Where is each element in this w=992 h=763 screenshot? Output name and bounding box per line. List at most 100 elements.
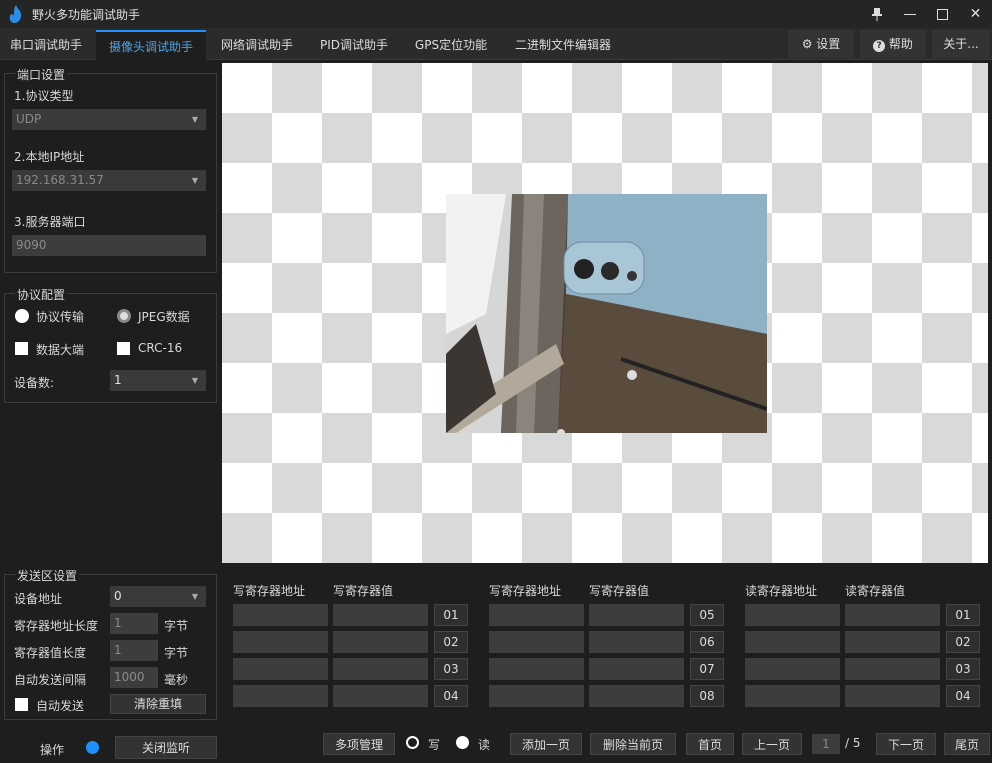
tab-network[interactable]: 网络调试助手	[210, 30, 304, 60]
register-address-input[interactable]	[489, 658, 584, 680]
register-value-input[interactable]	[845, 631, 940, 653]
gear-icon: ⚙	[801, 37, 813, 51]
tab-pid[interactable]: PID调试助手	[308, 30, 400, 60]
multi-manage-button[interactable]: 多项管理	[323, 733, 395, 755]
register-value-input[interactable]	[589, 631, 684, 653]
register-address-input[interactable]	[489, 604, 584, 626]
register-value-input[interactable]	[333, 604, 428, 626]
register-send-button[interactable]: 03	[434, 658, 468, 680]
register-send-button[interactable]: 06	[690, 631, 724, 653]
register-value-header: 写寄存器值	[589, 584, 650, 598]
jpeg-data-radio[interactable]	[117, 309, 131, 323]
operation-label: 操作	[40, 743, 65, 757]
protocol-transfer-radio[interactable]	[15, 309, 29, 323]
device-address-select[interactable]: 0 ▼	[110, 586, 206, 607]
register-send-button[interactable]: 08	[690, 685, 724, 707]
tab-serial[interactable]: 串口调试助手	[0, 30, 92, 60]
server-port-label: 3.服务器端口	[14, 215, 86, 229]
minimize-icon[interactable]	[893, 0, 926, 28]
protocol-type-label: 1.协议类型	[14, 89, 74, 103]
register-address-input[interactable]	[745, 604, 840, 626]
register-send-button[interactable]: 04	[434, 685, 468, 707]
register-send-button[interactable]: 01	[946, 604, 980, 626]
register-address-input[interactable]	[745, 685, 840, 707]
local-ip-select[interactable]: 192.168.31.57 ▼	[12, 170, 206, 191]
register-value-header: 读寄存器值	[845, 584, 906, 598]
protocol-transfer-label: 协议传输	[36, 310, 85, 324]
register-address-input[interactable]	[233, 658, 328, 680]
register-send-button[interactable]: 04	[946, 685, 980, 707]
register-address-input[interactable]	[745, 658, 840, 680]
register-send-button[interactable]: 01	[434, 604, 468, 626]
register-send-button[interactable]: 02	[946, 631, 980, 653]
page-number-input[interactable]: 1	[812, 734, 840, 754]
device-count-select[interactable]: 1 ▼	[110, 370, 206, 391]
register-send-button[interactable]: 05	[690, 604, 724, 626]
about-button[interactable]: 关于...	[932, 30, 990, 58]
tab-binary-editor[interactable]: 二进制文件编辑器	[502, 30, 624, 60]
register-address-input[interactable]	[489, 685, 584, 707]
help-button[interactable]: ? 帮助	[860, 30, 926, 58]
title-bar: 野火多功能调试助手 ✕	[0, 0, 992, 28]
read-radio[interactable]	[456, 736, 469, 749]
write-label: 写	[428, 738, 441, 752]
register-send-button[interactable]: 02	[434, 631, 468, 653]
auto-send-interval-input[interactable]: 1000	[110, 667, 158, 688]
delete-page-button[interactable]: 删除当前页	[590, 733, 676, 755]
tab-camera[interactable]: 摄像头调试助手	[96, 30, 206, 60]
register-value-input[interactable]	[845, 685, 940, 707]
register-value-input[interactable]	[589, 685, 684, 707]
clear-refill-button[interactable]: 清除重填	[110, 694, 206, 714]
crc16-label: CRC-16	[138, 341, 183, 355]
next-page-button[interactable]: 下一页	[876, 733, 936, 755]
flame-logo-icon	[9, 5, 22, 23]
close-icon[interactable]: ✕	[959, 0, 992, 28]
maximize-icon[interactable]	[926, 0, 959, 28]
protocol-type-select[interactable]: UDP ▼	[12, 109, 206, 130]
device-count-label: 设备数:	[14, 376, 55, 390]
auto-send-interval-label: 自动发送间隔	[14, 673, 87, 687]
register-value-input[interactable]	[589, 658, 684, 680]
reg-addr-len-unit: 字节	[164, 619, 189, 633]
register-address-input[interactable]	[745, 631, 840, 653]
register-value-input[interactable]	[333, 685, 428, 707]
chevron-down-icon: ▼	[191, 115, 198, 124]
big-endian-checkbox[interactable]	[15, 342, 28, 355]
pin-icon[interactable]	[860, 0, 893, 28]
register-address-input[interactable]	[233, 685, 328, 707]
chevron-down-icon: ▼	[191, 376, 198, 385]
camera-preview-area	[222, 63, 988, 563]
close-monitor-button[interactable]: 关闭监听	[115, 736, 217, 759]
big-endian-label: 数据大端	[36, 343, 85, 357]
auto-send-checkbox[interactable]	[15, 698, 28, 711]
register-send-button[interactable]: 03	[946, 658, 980, 680]
register-value-input[interactable]	[845, 604, 940, 626]
last-page-button[interactable]: 尾页	[944, 733, 990, 755]
group-title: 发送区设置	[15, 567, 80, 584]
add-page-button[interactable]: 添加一页	[510, 733, 582, 755]
protocol-type-value: UDP	[16, 112, 42, 126]
register-address-input[interactable]	[489, 631, 584, 653]
settings-button[interactable]: ⚙ 设置	[788, 30, 854, 58]
local-ip-label: 2.本地IP地址	[14, 150, 85, 164]
write-radio[interactable]	[406, 736, 419, 749]
server-port-input[interactable]: 9090	[12, 235, 206, 256]
register-value-input[interactable]	[333, 658, 428, 680]
page-total-label: / 5	[845, 736, 861, 750]
reg-val-len-unit: 字节	[164, 646, 189, 660]
reg-val-len-input[interactable]: 1	[110, 640, 158, 661]
crc16-checkbox[interactable]	[117, 342, 130, 355]
register-value-input[interactable]	[589, 604, 684, 626]
first-page-button[interactable]: 首页	[686, 733, 734, 755]
register-value-input[interactable]	[845, 658, 940, 680]
device-address-label: 设备地址	[14, 592, 63, 606]
tab-gps[interactable]: GPS定位功能	[404, 30, 498, 60]
register-value-input[interactable]	[333, 631, 428, 653]
reg-addr-len-input[interactable]: 1	[110, 613, 158, 634]
register-address-input[interactable]	[233, 604, 328, 626]
settings-label: 设置	[816, 37, 841, 51]
register-address-input[interactable]	[233, 631, 328, 653]
prev-page-button[interactable]: 上一页	[742, 733, 802, 755]
register-send-button[interactable]: 07	[690, 658, 724, 680]
group-title: 协议配置	[15, 286, 68, 303]
